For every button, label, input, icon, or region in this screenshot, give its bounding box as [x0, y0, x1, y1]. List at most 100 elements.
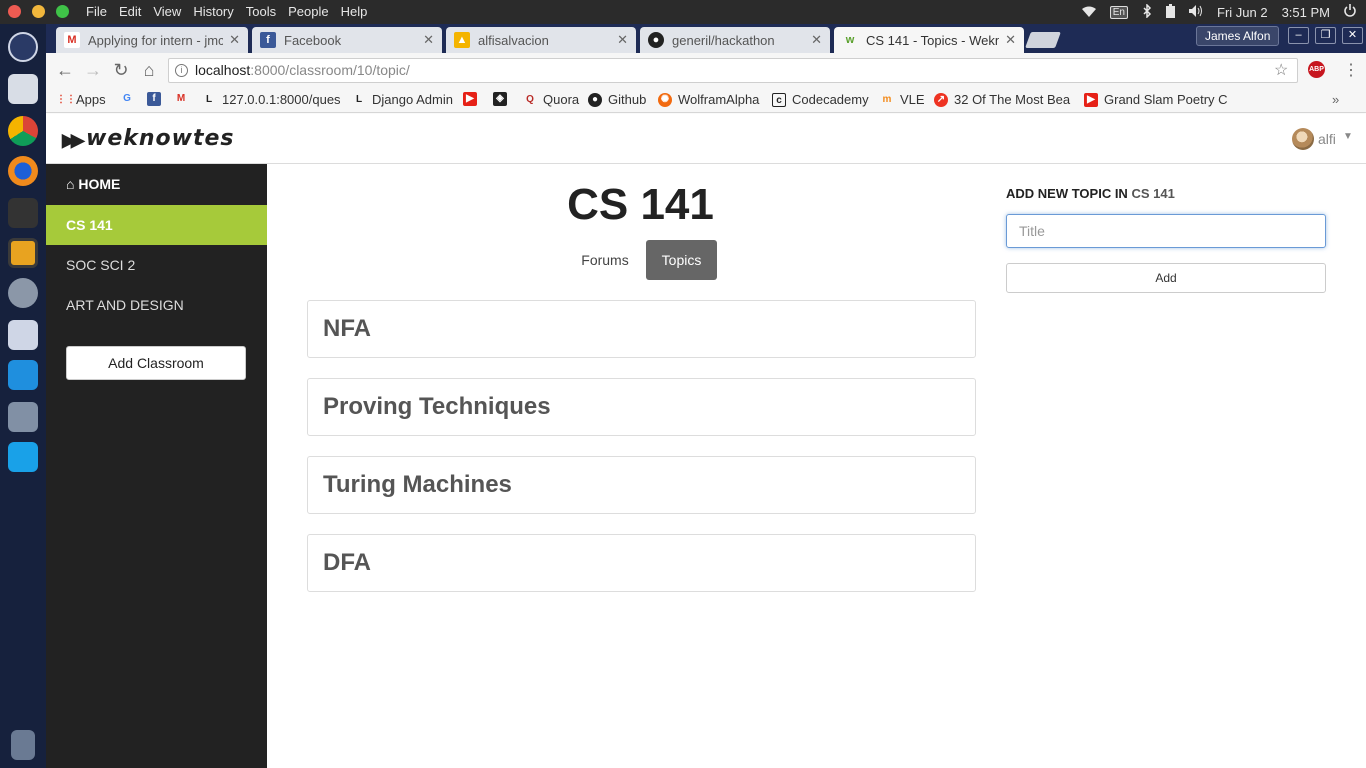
trash-icon[interactable] [11, 730, 35, 760]
menu-tools[interactable]: Tools [246, 4, 284, 19]
user-menu-name[interactable]: alfi [1318, 131, 1336, 147]
clock-date[interactable]: Fri Jun 2 [1217, 5, 1268, 20]
minimize-window-button[interactable] [32, 5, 45, 18]
browser-tab[interactable]: ● generil/hackathon ✕ [640, 27, 830, 53]
forward-icon[interactable]: → [82, 59, 104, 81]
new-tab-button[interactable] [1025, 32, 1061, 48]
clock-time[interactable]: 3:51 PM [1282, 5, 1330, 20]
bookmark-apps[interactable]: ⋮⋮ Apps [56, 92, 106, 107]
menu-edit[interactable]: Edit [119, 4, 149, 19]
topic-title-input[interactable] [1006, 214, 1326, 248]
wifi-icon[interactable] [1081, 5, 1096, 20]
site-info-icon[interactable]: i [175, 64, 188, 77]
gmail-icon: M [176, 93, 186, 104]
back-icon[interactable]: ← [54, 59, 76, 81]
settings-icon[interactable] [8, 278, 38, 308]
close-icon[interactable]: ✕ [1342, 27, 1363, 44]
address-bar[interactable]: i localhost:8000/classroom/10/topic/ [168, 58, 1298, 83]
home-icon[interactable]: ⌂ [138, 59, 160, 81]
bookmark-django-admin[interactable]: L Django Admin [352, 92, 453, 107]
keyboard-layout-indicator[interactable]: En [1109, 5, 1128, 19]
close-tab-icon[interactable]: ✕ [423, 32, 434, 48]
bookmark-facebook[interactable]: f [147, 92, 167, 106]
facebook-icon: f [260, 32, 276, 48]
sidebar-item-home[interactable]: ⌂ HOME [46, 164, 267, 204]
battery-icon[interactable] [1166, 3, 1175, 21]
browser-tab[interactable]: ▲ alfisalvacion ✕ [446, 27, 636, 53]
bluetooth-icon[interactable] [1142, 2, 1152, 21]
topic-card[interactable]: Proving Techniques [307, 378, 976, 436]
browser-menu-icon[interactable]: ⋮ [1343, 60, 1359, 80]
browser-tab-active[interactable]: w CS 141 - Topics - Weknowtes ✕ [834, 27, 1024, 53]
bookmark-buzzfeed[interactable]: ↗ 32 Of The Most Bea [934, 92, 1070, 107]
menu-help[interactable]: Help [341, 4, 376, 19]
bookmark-codecademy[interactable]: c Codecademy [772, 92, 869, 107]
bookmark-github[interactable]: ● Github [588, 92, 646, 107]
bookmark-youtube[interactable]: ▶ [463, 92, 483, 106]
bookmark-google[interactable]: G [120, 92, 140, 106]
system-monitor-icon[interactable] [8, 320, 38, 350]
close-tab-icon[interactable]: ✕ [229, 32, 240, 48]
files-icon[interactable] [8, 74, 38, 104]
app-navbar: ▶▶ weknowtes alfi ▼ [46, 114, 1366, 164]
adblock-icon[interactable]: ABP [1308, 61, 1325, 78]
caret-down-icon[interactable]: ▼ [1343, 131, 1353, 142]
topic-card[interactable]: NFA [307, 300, 976, 358]
browser-window: M Applying for intern - jmc ✕ f Facebook… [46, 24, 1366, 768]
add-classroom-button[interactable]: Add Classroom [66, 346, 246, 380]
chrome-icon[interactable] [8, 116, 38, 146]
bookmark-quora[interactable]: Q Quora [523, 92, 579, 107]
browser-tab[interactable]: f Facebook ✕ [252, 27, 442, 53]
profile-button[interactable]: James Alfon [1196, 26, 1280, 46]
bookmark-localhost[interactable]: L 127.0.0.1:8000/ques [202, 92, 341, 107]
bookmark-vle[interactable]: m VLE [880, 92, 925, 107]
ubuntu-icon[interactable] [8, 32, 38, 62]
firefox-icon[interactable] [8, 156, 38, 186]
topic-card[interactable]: Turing Machines [307, 456, 976, 514]
bookmark-grand-slam[interactable]: ▶ Grand Slam Poetry C [1084, 92, 1228, 107]
trending-icon: ↗ [934, 92, 948, 107]
close-tab-icon[interactable]: ✕ [617, 32, 628, 48]
gmail-icon: M [64, 32, 80, 48]
tab-topics[interactable]: Topics [646, 240, 717, 280]
close-tab-icon[interactable]: ✕ [1005, 32, 1016, 48]
avatar[interactable] [1292, 128, 1314, 150]
remote-desktop-icon[interactable] [8, 360, 38, 390]
browser-tab[interactable]: M Applying for intern - jmc ✕ [56, 27, 248, 53]
bookmark-star-icon[interactable]: ☆ [1274, 60, 1288, 80]
home-icon: ⌂ [66, 176, 75, 192]
sidebar-item-cs141[interactable]: CS 141 [46, 205, 267, 245]
menu-file[interactable]: File [86, 4, 115, 19]
terminal-icon[interactable] [8, 198, 38, 228]
sublime-text-icon[interactable] [8, 238, 38, 268]
add-topic-button[interactable]: Add [1006, 263, 1326, 293]
maximize-window-button[interactable] [56, 5, 69, 18]
bookmark-hackerrank[interactable]: ◈ [493, 92, 513, 106]
restore-icon[interactable]: ❐ [1315, 27, 1336, 44]
menu-history[interactable]: History [193, 4, 241, 19]
bookmarks-overflow-button[interactable]: » [1332, 92, 1339, 107]
reload-icon[interactable]: ↻ [110, 59, 132, 81]
close-tab-icon[interactable]: ✕ [811, 32, 822, 48]
sidebar-item-socsci2[interactable]: SOC SCI 2 [46, 245, 267, 285]
topic-card[interactable]: DFA [307, 534, 976, 592]
menu-view[interactable]: View [153, 4, 189, 19]
fast-forward-icon[interactable]: ▶▶ [62, 130, 85, 151]
sidebar-item-art-and-design[interactable]: ART AND DESIGN [46, 285, 267, 325]
minimize-icon[interactable]: – [1288, 27, 1309, 44]
weknowtes-icon: w [845, 34, 855, 46]
bookmark-wolframalpha[interactable]: ✺ WolframAlpha [658, 92, 759, 107]
app-menu: File Edit View History Tools People Help [86, 4, 379, 19]
volume-icon[interactable] [1189, 4, 1203, 20]
disk-icon[interactable] [8, 402, 38, 432]
menu-people[interactable]: People [288, 4, 336, 19]
tab-forums[interactable]: Forums [567, 240, 643, 280]
folder-icon[interactable] [8, 442, 38, 472]
wolframalpha-icon: ✺ [658, 92, 672, 107]
power-icon[interactable] [1344, 4, 1356, 20]
brand-logo[interactable]: weknowtes [86, 126, 235, 151]
youtube-icon: ▶ [463, 92, 477, 106]
page-title: CS 141 [567, 180, 714, 229]
bookmark-gmail[interactable]: M [174, 92, 194, 106]
close-window-button[interactable] [8, 5, 21, 18]
